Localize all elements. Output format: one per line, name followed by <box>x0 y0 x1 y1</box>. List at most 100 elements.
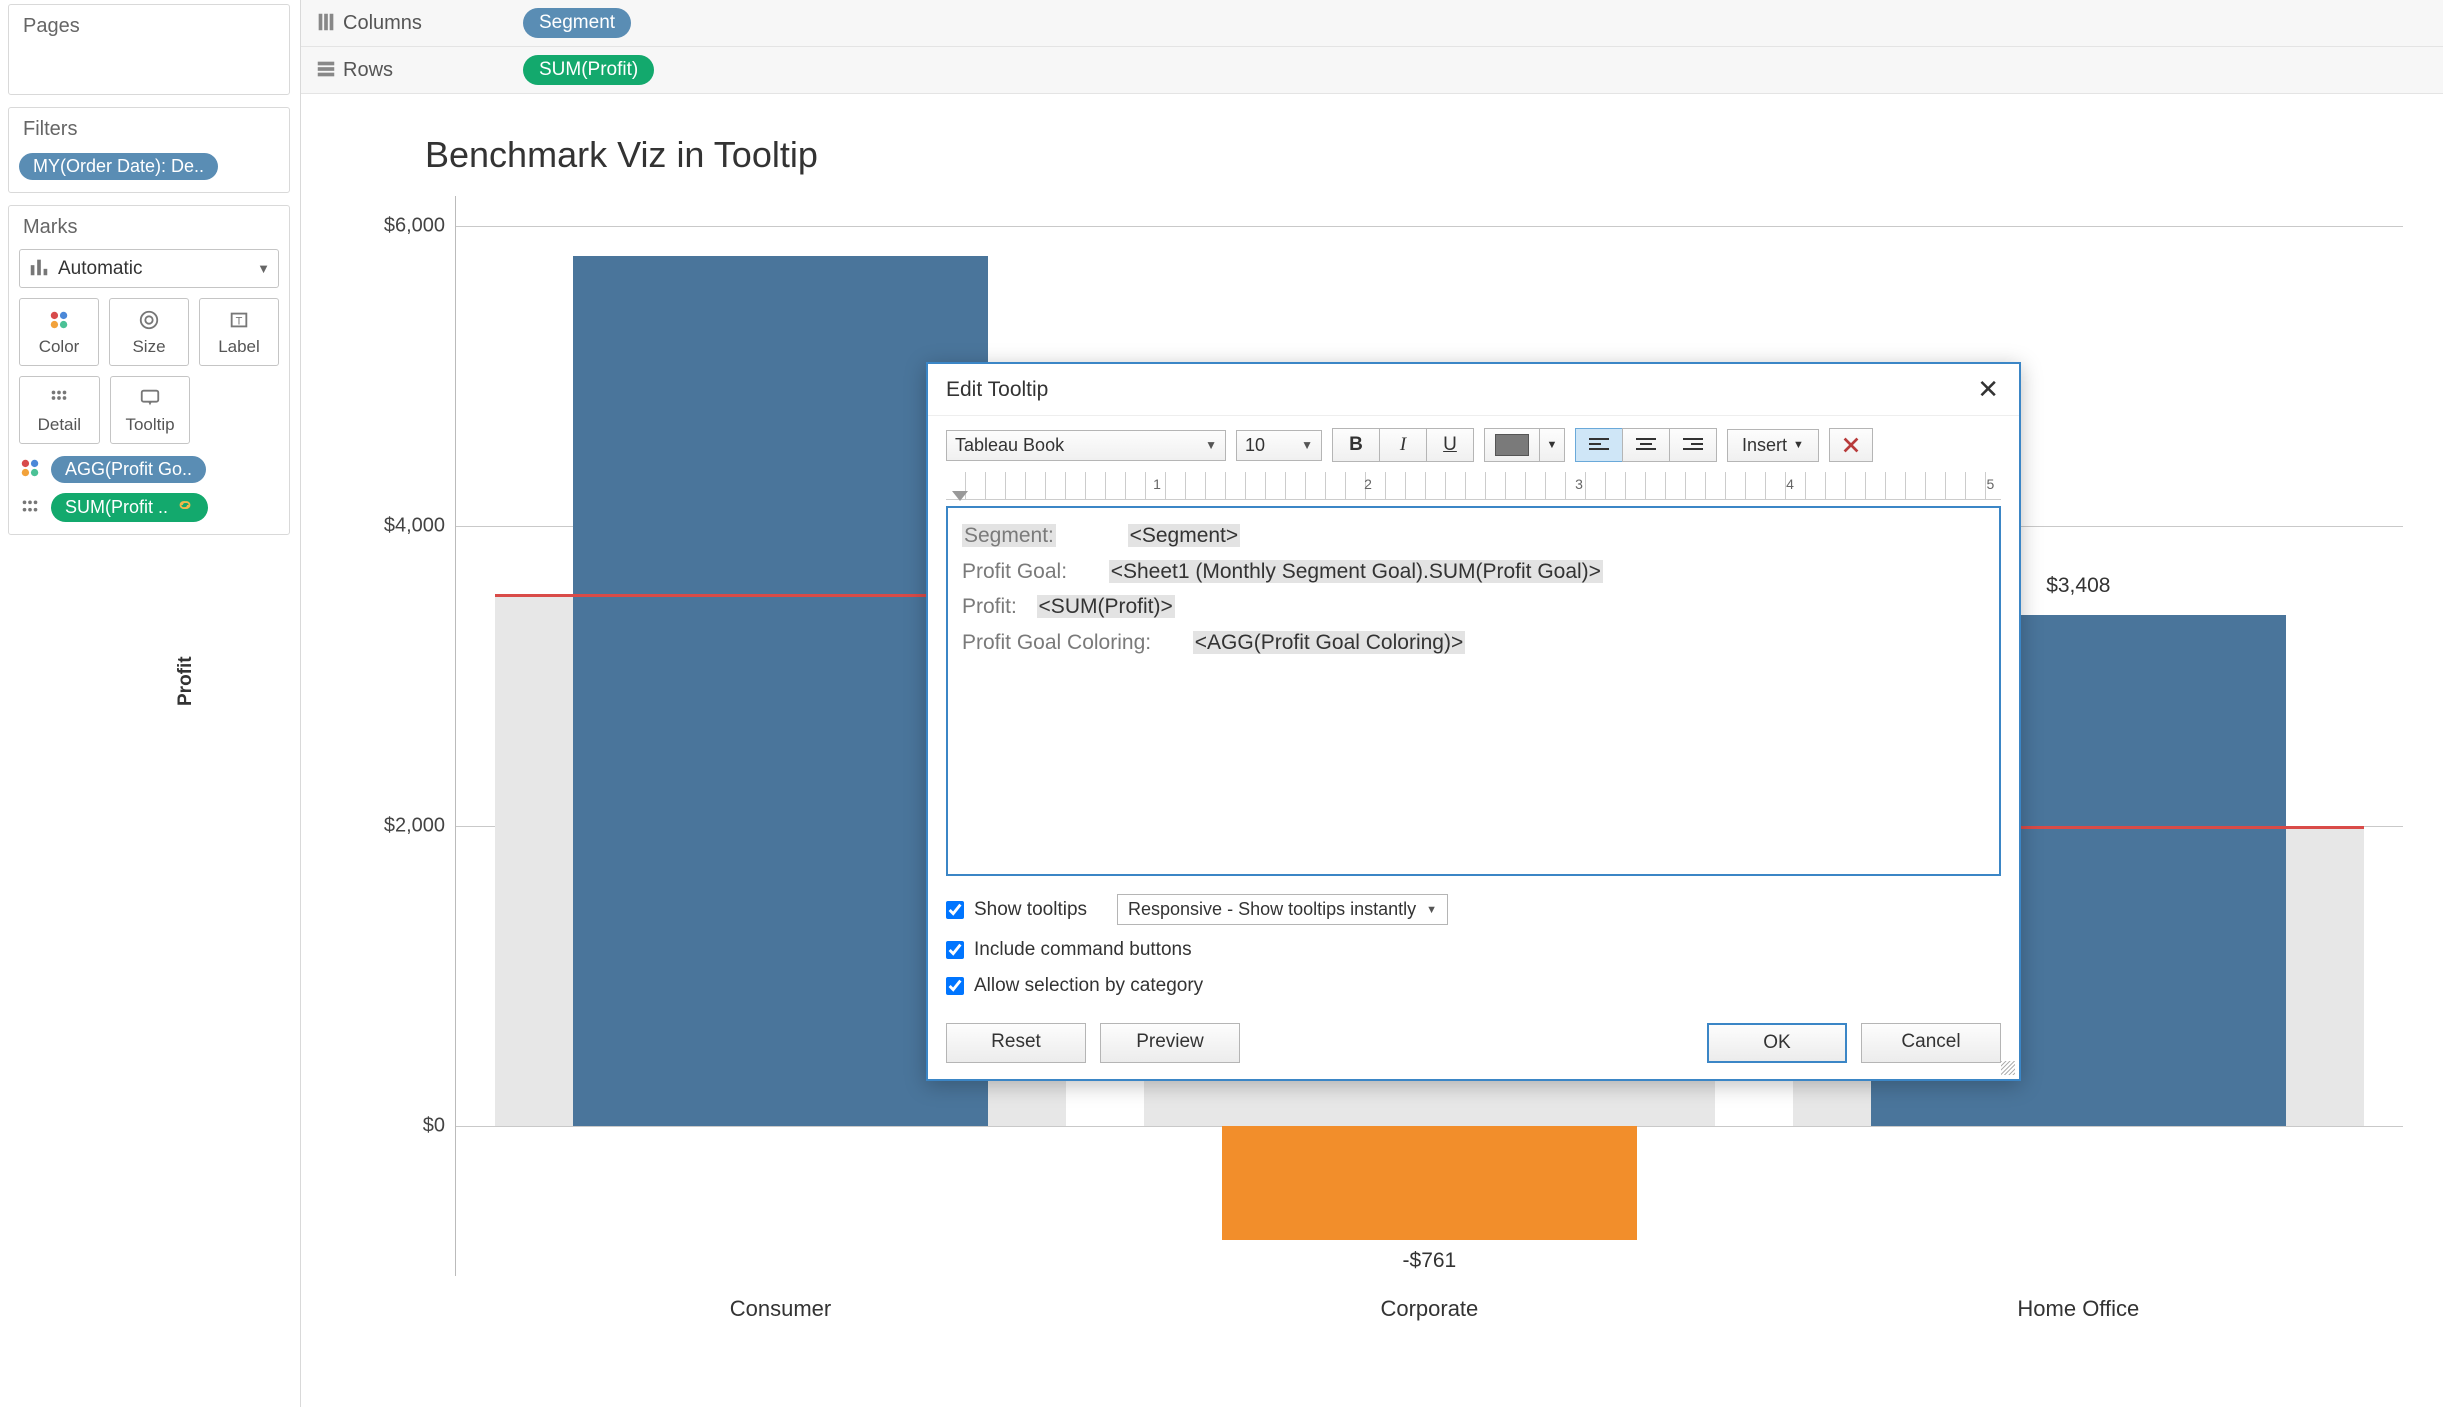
y-tick-4000: $4,000 <box>384 515 445 538</box>
x-label-homeoffice: Home Office <box>1754 1296 2403 1322</box>
y-tick-2000: $2,000 <box>384 814 445 837</box>
x-label-consumer: Consumer <box>456 1296 1105 1322</box>
marks-tooltip-label: Tooltip <box>125 415 174 435</box>
dialog-title: Edit Tooltip <box>946 378 1971 402</box>
blend-link-icon <box>176 496 194 519</box>
y-tick-6000: $6,000 <box>384 215 445 238</box>
marks-detail-label: Detail <box>38 415 81 435</box>
color-swatch-icon <box>1495 434 1529 456</box>
editor-label-profit-goal-coloring: Profit Goal Coloring: <box>962 631 1151 654</box>
y-axis: $0 $2,000 $4,000 $6,000 <box>315 196 455 1276</box>
caret-down-icon: ▼ <box>1426 904 1437 916</box>
detail-indicator-icon <box>19 495 45 520</box>
marks-label: Marks <box>9 206 289 245</box>
preview-button[interactable]: Preview <box>1100 1023 1240 1063</box>
svg-text:T: T <box>236 316 243 328</box>
bold-button[interactable]: B <box>1332 428 1380 462</box>
show-tooltips-checkbox[interactable] <box>946 901 964 919</box>
marks-label-label: Label <box>218 337 260 357</box>
align-left-button[interactable] <box>1575 428 1623 462</box>
include-command-buttons-checkbox[interactable] <box>946 941 964 959</box>
editor-label-profit: Profit: <box>962 595 1017 618</box>
color-icon <box>48 307 70 333</box>
rows-icon <box>315 58 343 83</box>
filter-pill-order-date[interactable]: MY(Order Date): De.. <box>19 153 218 180</box>
filters-card: Filters MY(Order Date): De.. <box>8 107 290 193</box>
detail-icon <box>48 385 70 411</box>
tooltip-icon <box>139 385 161 411</box>
ok-button[interactable]: OK <box>1707 1023 1847 1063</box>
marks-type-select[interactable]: Automatic ▼ <box>19 249 279 288</box>
rows-label: Rows <box>343 59 523 82</box>
color-indicator-icon <box>19 457 45 482</box>
editor-field-segment: <Segment> <box>1128 524 1241 547</box>
edit-tooltip-dialog: Edit Tooltip ✕ Tableau Book ▼ 10 ▼ B I <box>926 362 2021 1081</box>
tooltip-toolbar: Tableau Book ▼ 10 ▼ B I U ▼ <box>928 416 2019 468</box>
rows-shelf[interactable]: Rows SUM(Profit) <box>301 47 2443 94</box>
pages-label: Pages <box>9 5 289 44</box>
marks-tooltip-button[interactable]: Tooltip <box>110 376 191 444</box>
columns-shelf[interactable]: Columns Segment <box>301 0 2443 47</box>
marks-color-label: Color <box>39 337 80 357</box>
marks-size-button[interactable]: Size <box>109 298 189 366</box>
cancel-button[interactable]: Cancel <box>1861 1023 2001 1063</box>
include-command-buttons-label: Include command buttons <box>974 939 1192 961</box>
bar-label-corporate: -$761 <box>1105 1249 1754 1273</box>
filters-label: Filters <box>9 108 289 147</box>
ruler[interactable]: 1 2 3 4 5 <box>946 472 2001 500</box>
editor-label-segment: Segment: <box>962 524 1056 547</box>
font-family-select[interactable]: Tableau Book ▼ <box>946 430 1226 461</box>
editor-label-profit-goal: Profit Goal: <box>962 560 1067 583</box>
size-icon <box>138 307 160 333</box>
font-color-button[interactable] <box>1484 428 1540 462</box>
tooltip-mode-select[interactable]: Responsive - Show tooltips instantly ▼ <box>1117 894 1448 925</box>
dialog-close-button[interactable]: ✕ <box>1971 374 2005 405</box>
viz-area: Benchmark Viz in Tooltip Profit $0 $2,00… <box>301 94 2443 1407</box>
italic-button[interactable]: I <box>1379 428 1427 462</box>
tooltip-mode-value: Responsive - Show tooltips instantly <box>1128 899 1416 920</box>
clear-formatting-button[interactable] <box>1829 428 1873 462</box>
allow-selection-checkbox[interactable] <box>946 977 964 995</box>
font-family-value: Tableau Book <box>955 435 1064 456</box>
font-color-dropdown[interactable]: ▼ <box>1539 428 1565 462</box>
marks-pill-sum-label: SUM(Profit .. <box>65 497 168 518</box>
y-axis-label: Profit <box>175 656 197 706</box>
marks-color-button[interactable]: Color <box>19 298 99 366</box>
font-size-value: 10 <box>1245 435 1265 456</box>
columns-pill-segment[interactable]: Segment <box>523 8 631 38</box>
reset-button[interactable]: Reset <box>946 1023 1086 1063</box>
caret-down-icon: ▼ <box>1205 438 1217 452</box>
y-tick-0: $0 <box>423 1114 445 1137</box>
marks-label-button[interactable]: T Label <box>199 298 279 366</box>
insert-button[interactable]: Insert ▼ <box>1727 429 1819 462</box>
editor-field-profit-goal-coloring: <AGG(Profit Goal Coloring)> <box>1193 631 1465 654</box>
align-right-button[interactable] <box>1669 428 1717 462</box>
tooltip-editor[interactable]: Segment: <Segment> Profit Goal: <Sheet1 … <box>946 506 2001 876</box>
resize-grip-icon[interactable] <box>2001 1061 2015 1075</box>
align-center-button[interactable] <box>1622 428 1670 462</box>
viz-title[interactable]: Benchmark Viz in Tooltip <box>425 134 2403 176</box>
indent-marker-icon[interactable] <box>952 491 968 501</box>
marks-pill-sum[interactable]: SUM(Profit .. <box>51 493 208 522</box>
x-label-corporate: Corporate <box>1105 1296 1754 1322</box>
label-icon: T <box>228 307 250 333</box>
allow-selection-label: Allow selection by category <box>974 975 1203 997</box>
columns-label: Columns <box>343 12 523 35</box>
marks-detail-button[interactable]: Detail <box>19 376 100 444</box>
bar-corporate[interactable] <box>1222 1126 1637 1240</box>
show-tooltips-label: Show tooltips <box>974 899 1087 921</box>
marks-type-label: Automatic <box>58 258 257 280</box>
caret-down-icon: ▼ <box>257 261 270 276</box>
caret-down-icon: ▼ <box>1301 438 1313 452</box>
font-size-select[interactable]: 10 ▼ <box>1236 430 1322 461</box>
marks-pill-agg[interactable]: AGG(Profit Go.. <box>51 456 206 483</box>
marks-size-label: Size <box>132 337 165 357</box>
bar-chart-icon <box>28 256 50 281</box>
underline-button[interactable]: U <box>1426 428 1474 462</box>
insert-label: Insert <box>1742 435 1787 456</box>
pages-card: Pages <box>8 4 290 95</box>
columns-icon <box>315 11 343 36</box>
editor-field-profit: <SUM(Profit)> <box>1037 595 1175 618</box>
rows-pill-sum-profit[interactable]: SUM(Profit) <box>523 55 654 85</box>
caret-down-icon: ▼ <box>1793 439 1804 451</box>
